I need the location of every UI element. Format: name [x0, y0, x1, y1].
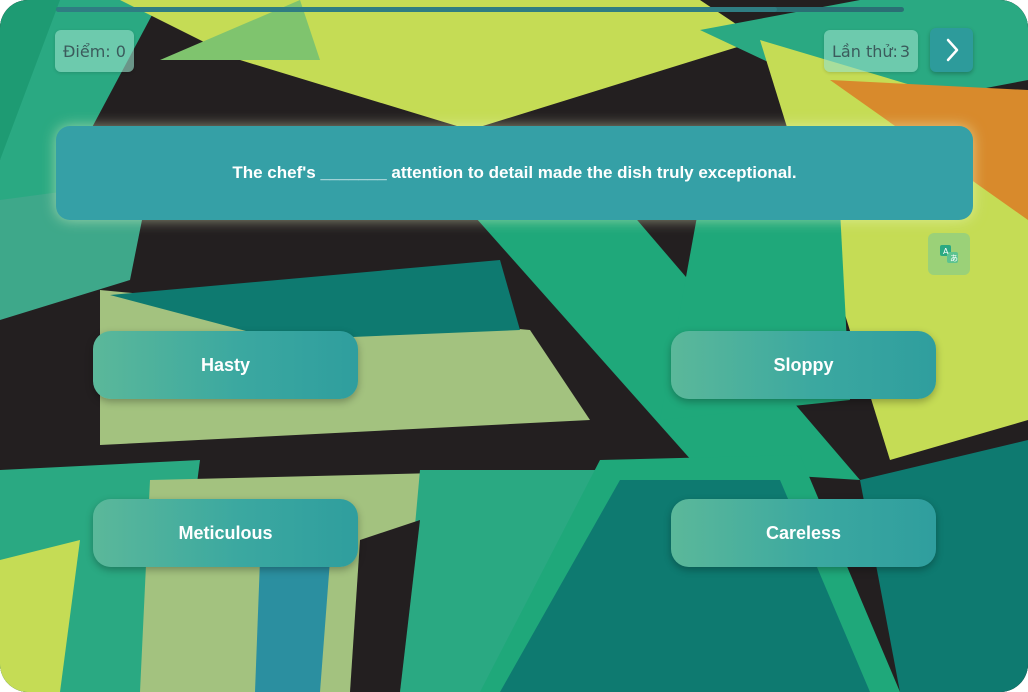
- chevron-right-icon: [946, 38, 958, 62]
- svg-text:あ: あ: [950, 254, 958, 263]
- answer-option-careless[interactable]: Careless: [671, 499, 936, 567]
- answer-label: Careless: [765, 522, 842, 543]
- attempts-label: Lần thử:: [832, 41, 898, 61]
- translate-button[interactable]: A あ: [928, 233, 970, 275]
- attempts-badge: Lần thử: 3: [824, 30, 918, 72]
- question-card: The chef's _______ attention to detail m…: [56, 126, 973, 220]
- question-text: The chef's _______ attention to detail m…: [232, 163, 797, 182]
- answer-option-hasty[interactable]: Hasty: [93, 331, 358, 399]
- svg-text:A: A: [943, 247, 949, 256]
- attempts-value: 3: [899, 41, 910, 61]
- answer-label: Hasty: [200, 354, 251, 375]
- answer-option-sloppy[interactable]: Sloppy: [671, 331, 936, 399]
- answer-label: Sloppy: [773, 354, 834, 375]
- next-button[interactable]: [930, 28, 973, 72]
- score-label: Điểm: 0: [63, 41, 126, 61]
- progress-bar: [56, 7, 904, 12]
- game-stage: Điểm: 0 Lần thử: 3 The chef's _______ at…: [0, 0, 1028, 692]
- answer-option-meticulous[interactable]: Meticulous: [93, 499, 358, 567]
- answer-label: Meticulous: [178, 522, 273, 543]
- translate-icon: A あ: [940, 245, 958, 263]
- score-badge: Điểm: 0: [55, 30, 134, 72]
- progress-bar-fill: [56, 7, 777, 12]
